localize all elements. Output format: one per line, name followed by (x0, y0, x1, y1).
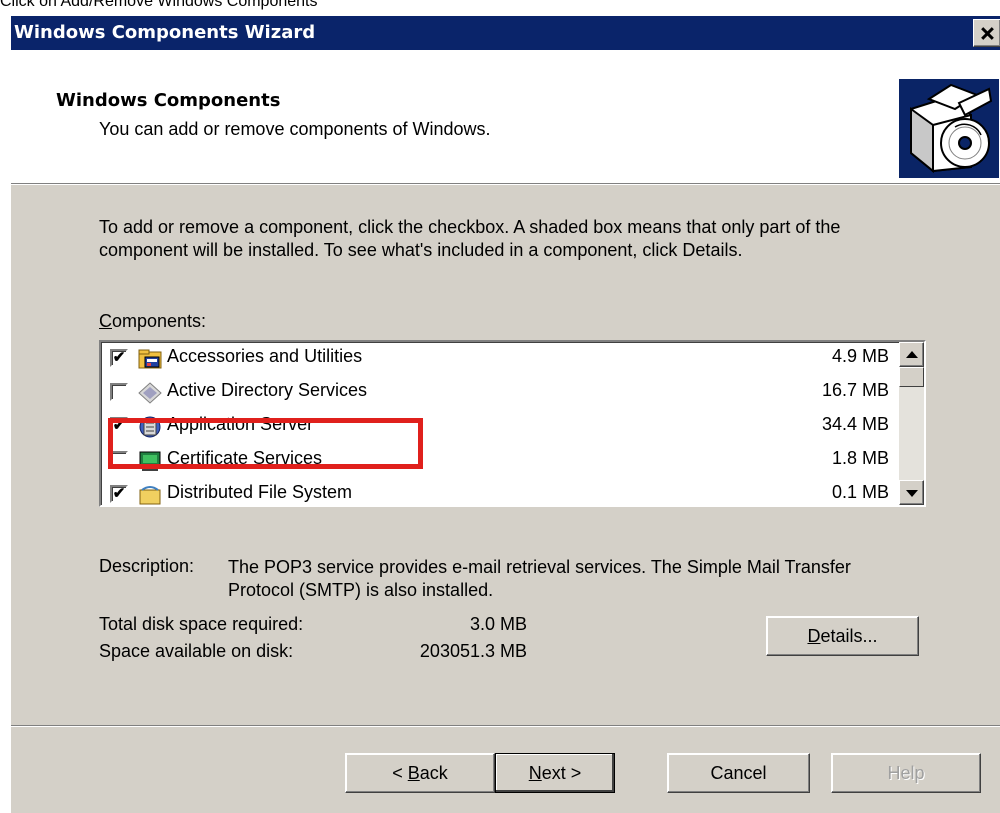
next-button[interactable]: Next > (495, 753, 615, 793)
arrow-up-icon (906, 351, 918, 358)
component-size: 4.9 MB (831, 346, 889, 366)
accessories-icon (138, 348, 162, 370)
help-button: Help (831, 753, 981, 793)
component-size: 16.7 MB (821, 380, 889, 400)
list-item[interactable]: ✔ Accessories and Utilities 4.9 MB (101, 342, 901, 376)
scroll-down-button[interactable] (899, 480, 924, 505)
description-label: Description: (99, 556, 195, 576)
cancel-label: Cancel (710, 762, 767, 783)
component-size: 34.4 MB (821, 414, 889, 434)
page-title: Windows Components (56, 90, 281, 111)
component-size: 0.1 MB (831, 482, 889, 502)
available-space-value: 203051.3 MB (419, 641, 527, 661)
back-rest: ack (419, 762, 448, 783)
back-button[interactable]: < Back (345, 753, 495, 793)
scroll-up-button[interactable] (899, 342, 924, 367)
window-title: Windows Components Wizard (14, 22, 316, 43)
instructions-text: To add or remove a component, click the … (99, 217, 841, 260)
cancel-button[interactable]: Cancel (667, 753, 810, 793)
components-scrollbar[interactable] (899, 342, 924, 505)
component-checkbox[interactable] (110, 383, 128, 401)
close-button[interactable] (973, 19, 1000, 47)
active-directory-icon (138, 382, 162, 404)
page-subtitle: You can add or remove components of Wind… (99, 119, 491, 139)
details-rest: etails... (820, 625, 878, 646)
total-space-label: Total disk space required: (99, 614, 304, 634)
components-label-accel: C (99, 311, 112, 331)
page-caption: Click on Add/Remove Windows Components (0, 0, 318, 10)
footer-divider (11, 725, 1000, 727)
components-label: Components: (99, 311, 206, 332)
component-checkbox[interactable]: ✔ (110, 485, 128, 503)
details-accel: D (807, 625, 821, 646)
arrow-down-icon (906, 490, 918, 497)
list-item[interactable]: Active Directory Services 16.7 MB (101, 376, 901, 410)
back-prefix: < (392, 762, 408, 783)
description-text: The POP3 service provides e-mail retriev… (228, 557, 851, 600)
distributed-file-system-icon (138, 484, 162, 505)
highlight-annotation (108, 418, 423, 469)
component-name: Active Directory Services (167, 380, 368, 400)
title-bar[interactable]: Windows Components Wizard (11, 16, 1000, 50)
next-accel: N (528, 762, 542, 783)
list-item[interactable]: ✔ Distributed File System 0.1 MB (101, 478, 901, 505)
setup-cd-icon (899, 79, 999, 178)
next-rest: ext > (541, 762, 582, 783)
help-label: Help (887, 762, 925, 783)
wizard-header: Windows Components You can add or remove… (11, 50, 1000, 185)
available-space-label: Space available on disk: (99, 641, 294, 661)
component-size: 1.8 MB (831, 448, 889, 468)
wizard-window: Windows Components Wizard Windows Compon… (10, 16, 1000, 813)
components-label-rest: omponents: (112, 311, 207, 331)
component-name: Accessories and Utilities (167, 346, 363, 366)
scroll-thumb[interactable] (899, 367, 924, 387)
back-accel: B (407, 762, 420, 783)
details-button[interactable]: Details... (766, 616, 919, 656)
total-space-value: 3.0 MB (469, 614, 527, 634)
component-checkbox[interactable]: ✔ (110, 349, 128, 367)
component-name: Distributed File System (167, 482, 353, 502)
